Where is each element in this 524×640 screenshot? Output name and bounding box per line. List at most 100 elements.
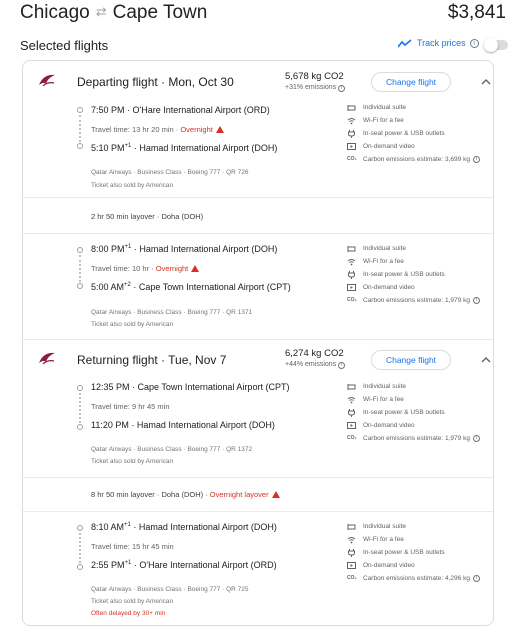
wifi-icon <box>347 396 356 403</box>
ret-leg2-arr-time: 2:55 PM <box>91 560 125 570</box>
info-icon[interactable]: i <box>469 38 479 48</box>
amenity-label: Carbon emissions estimate: 1,979 kg <box>363 434 470 442</box>
change-departing-flight-button[interactable]: Change flight <box>371 72 451 92</box>
trend-chart-icon <box>398 38 412 47</box>
seat-icon <box>347 523 356 530</box>
ret-leg2-dep-time: 8:10 AM <box>91 522 125 532</box>
dep-leg1-travel-time: Travel time: 13 hr 20 min <box>91 125 174 134</box>
divider <box>23 511 493 512</box>
dep-layover: 2 hr 50 min layover · Doha (DOH) <box>91 212 204 221</box>
ret-leg1-sold-by: Ticket also sold by American <box>91 458 174 465</box>
amenity-row: On-demand video <box>347 559 415 571</box>
power-plug-icon <box>348 270 355 279</box>
dep-leg1-dep-time: 7:50 PM <box>91 105 125 115</box>
dep-leg1-dep-airport: O'Hare International Airport (ORD) <box>132 105 270 115</box>
dep-leg2-travel: Travel time: 10 hr · Overnight <box>91 264 200 273</box>
amenity-row: On-demand video <box>347 140 415 152</box>
origin-city: Chicago <box>20 2 90 23</box>
header: Chicago ⇄ Cape Town $3,841 <box>20 2 512 30</box>
returning-title: Returning flight · Tue, Nov 7 <box>77 353 227 367</box>
arrival-dot <box>77 283 83 289</box>
selected-flights-card: Departing flight · Mon, Oct 30 5,678 kg … <box>22 60 494 626</box>
amenity-label: In-seat power & USB outlets <box>363 270 445 278</box>
departure-dot <box>77 247 83 253</box>
amenity-row: Wi-Fi for a fee <box>347 255 404 267</box>
arrival-dot <box>77 424 83 430</box>
power-plug-icon <box>348 408 355 417</box>
ret-leg2-details: Qatar Airways · Business Class · Boeing … <box>91 586 249 593</box>
dep-leg1-arr-dayoffset: +1 <box>124 143 132 149</box>
amenity-label: On-demand video <box>363 421 415 429</box>
dep-leg1-sold-by: Ticket also sold by American <box>91 182 174 189</box>
amenity-row: Individual suite <box>347 101 406 113</box>
dep-leg1-overnight: Overnight <box>180 125 213 134</box>
departure-dot <box>77 107 83 113</box>
chevron-up-icon[interactable] <box>481 77 491 87</box>
dep-leg2-arr-dayoffset: +2 <box>124 282 131 288</box>
amenity-row: CO₂ Carbon emissions estimate: 3,699 kg i <box>347 153 480 165</box>
co2-icon: CO₂ <box>347 155 357 162</box>
dep-leg2-dep-time: 8:00 PM <box>91 244 125 254</box>
divider <box>23 197 493 198</box>
timeline-line <box>79 115 81 142</box>
divider <box>23 339 493 340</box>
info-icon[interactable]: i <box>472 155 480 163</box>
amenity-label: Individual suite <box>363 522 406 530</box>
track-prices[interactable]: Track prices i <box>398 38 479 48</box>
ret-layover-warning: Overnight layover <box>209 490 269 499</box>
dep-leg2-arr-time: 5:00 AM <box>91 282 125 292</box>
info-icon[interactable]: i <box>472 296 480 304</box>
info-icon[interactable]: i <box>338 362 346 369</box>
amenity-row: On-demand video <box>347 419 415 431</box>
co2-icon: CO₂ <box>347 434 357 441</box>
ret-leg2-dep-airport: Hamad International Airport (DOH) <box>138 522 277 532</box>
divider <box>23 477 493 478</box>
change-returning-flight-button[interactable]: Change flight <box>371 350 451 370</box>
route-title: Chicago ⇄ Cape Town <box>20 2 207 24</box>
seat-icon <box>347 383 356 390</box>
ret-leg2-departure: 8:10 AM+1 · Hamad International Airport … <box>91 522 277 532</box>
departing-co2-change: +31% emissions i <box>285 84 346 92</box>
seat-icon <box>347 245 356 252</box>
amenity-row: Individual suite <box>347 520 406 532</box>
amenity-label: On-demand video <box>363 561 415 569</box>
track-prices-toggle[interactable] <box>484 38 508 52</box>
selected-flights-title: Selected flights <box>20 38 109 53</box>
departing-co2: 5,678 kg CO2 <box>285 71 344 82</box>
dep-leg2-sold-by: Ticket also sold by American <box>91 321 174 328</box>
amenity-label: Individual suite <box>363 103 406 111</box>
toggle-knob <box>484 38 498 52</box>
divider <box>23 233 493 234</box>
seat-icon <box>347 104 356 111</box>
amenity-label: Individual suite <box>363 244 406 252</box>
ret-leg2-arr-airport: O'Hare International Airport (ORD) <box>139 560 277 570</box>
timeline-line <box>79 533 81 563</box>
swap-arrows-icon[interactable]: ⇄ <box>96 4 107 19</box>
warning-icon <box>271 491 280 498</box>
dep-leg2-dep-dayoffset: +1 <box>124 244 132 250</box>
ret-leg1-dep-time: 12:35 PM <box>91 382 130 392</box>
returning-header[interactable]: Returning flight · Tue, Nov 7 6,274 kg C… <box>23 341 493 383</box>
dep-leg1-travel: Travel time: 13 hr 20 min · Overnight <box>91 125 224 134</box>
info-icon[interactable]: i <box>338 85 346 92</box>
ret-leg2-sold-by: Ticket also sold by American <box>91 598 174 605</box>
co2-icon: CO₂ <box>347 574 357 581</box>
amenity-row: Individual suite <box>347 242 406 254</box>
info-icon[interactable]: i <box>472 434 480 442</box>
amenity-row: In-seat power & USB outlets <box>347 268 445 280</box>
video-icon <box>347 421 356 429</box>
chevron-up-icon[interactable] <box>481 355 491 365</box>
amenity-label: Carbon emissions estimate: 1,979 kg <box>363 296 470 304</box>
video-icon <box>347 561 356 569</box>
dep-leg1-departure: 7:50 PM · O'Hare International Airport (… <box>91 105 270 115</box>
ret-leg2-arrival: 2:55 PM+1 · O'Hare International Airport… <box>91 560 277 570</box>
amenity-row: In-seat power & USB outlets <box>347 546 445 558</box>
departing-header[interactable]: Departing flight · Mon, Oct 30 5,678 kg … <box>23 61 493 103</box>
co2-icon: CO₂ <box>347 296 357 303</box>
returning-co2: 6,274 kg CO2 <box>285 348 344 359</box>
info-icon[interactable]: i <box>472 574 480 582</box>
dep-leg2-dep-airport: Hamad International Airport (DOH) <box>139 244 278 254</box>
dep-leg2-overnight: Overnight <box>155 264 189 273</box>
wifi-icon <box>347 536 356 543</box>
dep-leg2-arrival: 5:00 AM+2 · Cape Town International Airp… <box>91 282 291 292</box>
